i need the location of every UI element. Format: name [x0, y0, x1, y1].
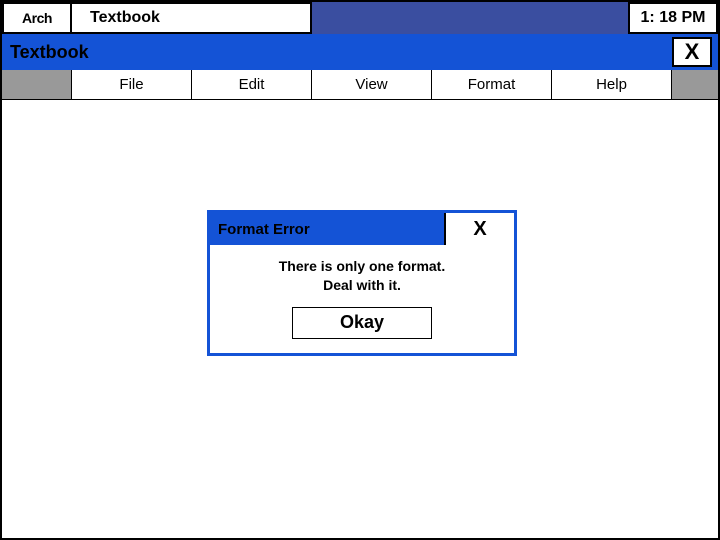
- dialog-message: There is only one format. Deal with it.: [220, 257, 504, 295]
- close-icon: X: [473, 218, 486, 241]
- menubar-right-pad: [672, 70, 718, 99]
- menubar: File Edit View Format Help: [2, 70, 718, 100]
- os-logo-text: Arch: [22, 10, 52, 26]
- taskbar: Arch Textbook 1: 18 PM: [2, 2, 718, 34]
- document-area: Format Error X There is only one format.…: [2, 100, 718, 538]
- os-logo[interactable]: Arch: [2, 2, 72, 34]
- window-close-button[interactable]: X: [672, 37, 712, 67]
- app-window: Textbook X File Edit View Format Help Fo…: [2, 34, 718, 538]
- menu-help[interactable]: Help: [552, 70, 672, 99]
- window-title: Textbook: [10, 42, 89, 63]
- taskbar-app-label: Textbook: [90, 9, 160, 27]
- dialog-ok-button[interactable]: Okay: [292, 307, 432, 339]
- menu-edit[interactable]: Edit: [192, 70, 312, 99]
- menu-edit-label: Edit: [239, 76, 265, 93]
- menu-view-label: View: [355, 76, 387, 93]
- dialog-title: Format Error: [218, 221, 310, 238]
- menu-view[interactable]: View: [312, 70, 432, 99]
- taskbar-app-button[interactable]: Textbook: [72, 2, 312, 34]
- menubar-left-pad: [2, 70, 72, 99]
- taskbar-clock-text: 1: 18 PM: [641, 9, 706, 27]
- menu-file-label: File: [119, 76, 143, 93]
- dialog-titlebar: Format Error X: [210, 213, 514, 245]
- dialog-close-button[interactable]: X: [444, 213, 514, 245]
- menu-help-label: Help: [596, 76, 627, 93]
- menu-format[interactable]: Format: [432, 70, 552, 99]
- taskbar-spacer: [312, 2, 628, 34]
- error-dialog: Format Error X There is only one format.…: [207, 210, 517, 356]
- window-titlebar: Textbook X: [2, 34, 718, 70]
- dialog-ok-label: Okay: [340, 312, 384, 333]
- taskbar-clock: 1: 18 PM: [628, 2, 718, 34]
- menu-format-label: Format: [468, 76, 516, 93]
- dialog-body: There is only one format. Deal with it. …: [210, 245, 514, 353]
- close-icon: X: [685, 39, 700, 65]
- menu-file[interactable]: File: [72, 70, 192, 99]
